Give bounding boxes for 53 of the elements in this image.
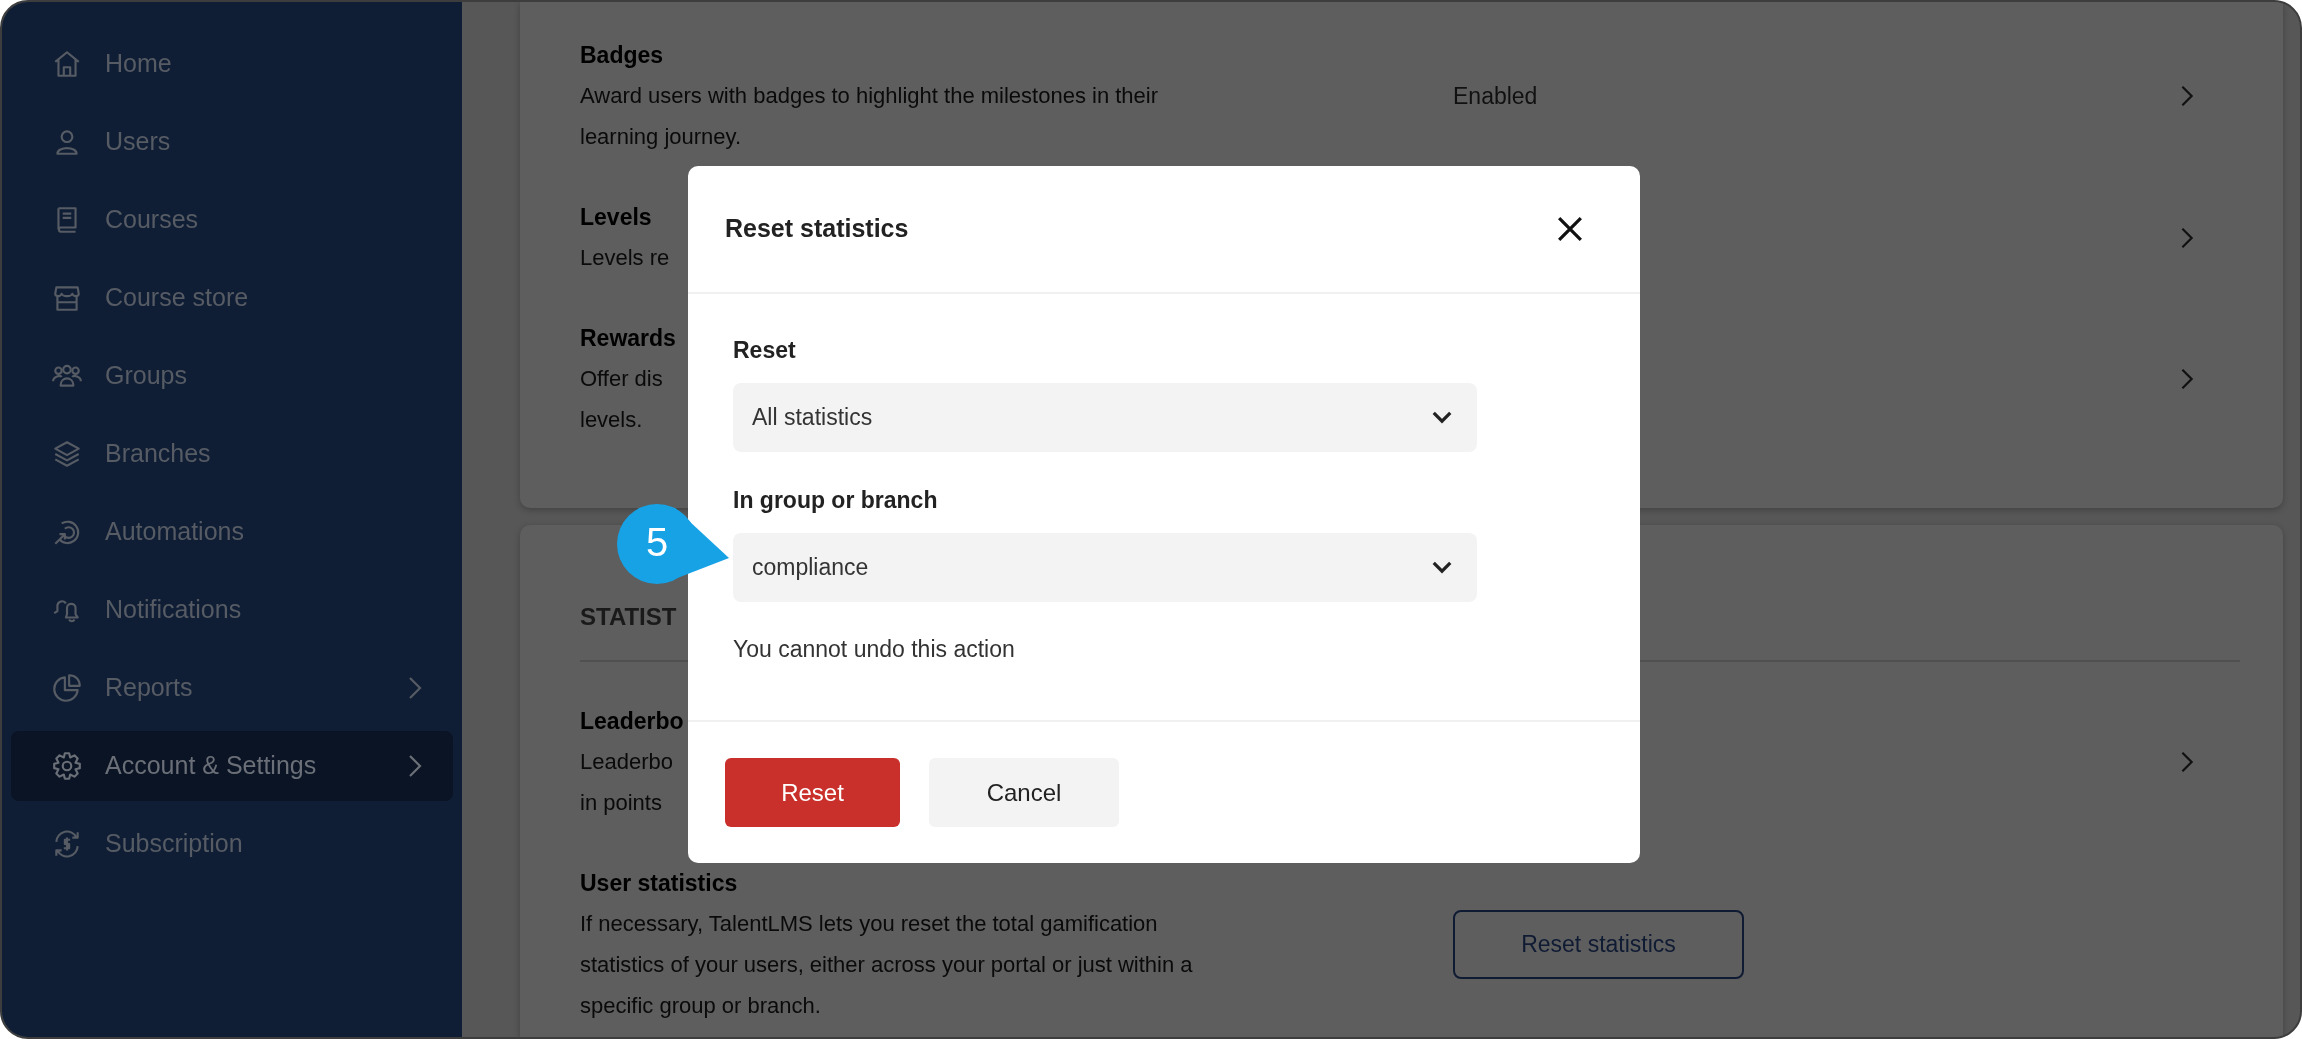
close-icon[interactable] xyxy=(1557,216,1583,242)
sidebar-label: Automations xyxy=(105,516,245,548)
chevron-right-icon[interactable] xyxy=(2179,750,2195,774)
chevron-right-icon[interactable] xyxy=(2179,367,2195,391)
reset-statistics-button[interactable]: Reset statistics xyxy=(1453,910,1744,979)
chevron-down-icon xyxy=(1431,410,1453,425)
cancel-button[interactable]: Cancel xyxy=(929,758,1119,827)
field-label: In group or branch xyxy=(733,486,938,515)
sidebar-label: Account & Settings xyxy=(105,750,318,782)
sidebar-item[interactable]: Groups xyxy=(11,341,453,411)
chevron-down-icon xyxy=(1431,560,1453,575)
settings-icon xyxy=(51,750,83,782)
dropdown[interactable]: All statistics xyxy=(733,383,1477,452)
setting-status: Enabled xyxy=(1453,81,1538,111)
pie-chart-icon xyxy=(51,672,83,704)
reset-button[interactable]: Reset xyxy=(725,758,900,827)
sidebar-label: Courses xyxy=(105,204,200,236)
dialog-title: Reset statistics xyxy=(725,213,909,245)
setting-description: Leaderbo in points xyxy=(580,748,673,817)
sidebar-label: Notifications xyxy=(105,594,243,626)
setting-title: Badges xyxy=(580,41,664,70)
setting-title: Leaderbo xyxy=(580,707,684,736)
sidebar-label: Reports xyxy=(105,672,194,704)
sidebar-item[interactable]: Reports xyxy=(11,653,453,723)
sidebar-label: Users xyxy=(105,126,172,158)
sidebar-label: Course store xyxy=(105,282,250,314)
sidebar-label: Subscription xyxy=(105,828,244,860)
sidebar-item[interactable]: Notifications xyxy=(11,575,453,645)
sidebar-item[interactable]: Branches xyxy=(11,419,453,489)
sidebar-label: Home xyxy=(105,48,173,80)
sidebar-item[interactable]: Courses xyxy=(11,185,453,255)
chevron-right-icon[interactable] xyxy=(2179,84,2195,108)
sidebar-label: Branches xyxy=(105,438,212,470)
layers-icon xyxy=(51,438,83,470)
setting-title: Rewards xyxy=(580,324,676,353)
setting-description: If necessary, TalentLMS lets you reset the total gamification statistics of your users, either across your portal or just within a specific group or branch. xyxy=(580,910,1193,1020)
sidebar-item[interactable]: Course store xyxy=(11,263,453,333)
setting-description: Offer dis levels. xyxy=(580,365,663,434)
section-heading: STATIST xyxy=(580,602,677,632)
setting-title: Levels xyxy=(580,203,652,232)
sidebar-item[interactable]: Home xyxy=(11,29,453,99)
setting-description: Award users with badges to highlight the milestones in their learning journey. xyxy=(580,82,1159,151)
warning-text: You cannot undo this action xyxy=(733,635,1015,664)
setting-title: User statistics xyxy=(580,869,738,898)
sidebar-item[interactable]: Automations xyxy=(11,497,453,567)
setting-description: Levels re xyxy=(580,244,670,272)
sidebar-label: Groups xyxy=(105,360,188,392)
sidebar-item[interactable]: Account & Settings xyxy=(11,731,453,801)
sidebar-item[interactable]: Subscription xyxy=(11,809,453,879)
chevron-right-icon[interactable] xyxy=(2179,225,2195,250)
field-label: Reset xyxy=(733,336,796,365)
sidebar-item[interactable]: Users xyxy=(11,107,453,177)
dropdown[interactable]: compliance xyxy=(733,533,1477,602)
